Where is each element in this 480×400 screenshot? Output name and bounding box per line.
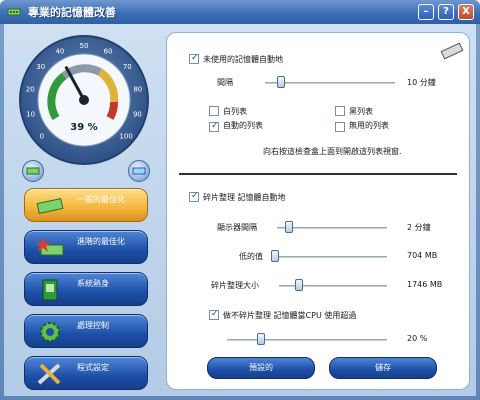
nav-label: 程式設定 <box>77 363 109 372</box>
star-chip-icon <box>35 237 64 256</box>
section-divider <box>179 173 457 175</box>
low-value-track[interactable] <box>271 256 387 258</box>
whitelist-checkbox[interactable] <box>209 106 219 116</box>
cpu-limit-label: 做不碎片整理 記憶體當CPU 使用超過 <box>223 311 357 320</box>
nav-label: 一般的最佳化 <box>77 195 125 204</box>
interval-slider-thumb[interactable] <box>277 76 286 88</box>
uselesslist-checkbox[interactable] <box>335 122 345 132</box>
display-interval-track[interactable] <box>277 227 387 229</box>
default-button[interactable]: 預設的 <box>207 357 315 379</box>
nav-general-optimization[interactable]: 一般的最佳化 <box>24 188 148 222</box>
title-bar[interactable]: 專業的記憶體改善 – ? X <box>0 0 480 24</box>
display-interval-value: 2 分鐘 <box>407 223 431 232</box>
memory-chip-icon <box>132 167 146 175</box>
display-interval-thumb[interactable] <box>285 221 294 233</box>
nav-label: 系統熱身 <box>77 279 109 288</box>
cpu-limit-value: 20 % <box>407 334 428 343</box>
gauge-tick-label: 60 <box>104 48 113 56</box>
cpu-limit-thumb[interactable] <box>257 333 266 345</box>
gauge-tick-label: 70 <box>123 63 132 71</box>
nav-process-control[interactable]: 處理控制 <box>24 314 148 348</box>
display-interval-label: 顯示器間隔 <box>217 223 257 232</box>
left-panel: 0 10 20 30 40 50 60 70 80 90 100 39 % 一般… <box>8 28 160 392</box>
defrag-size-label: 碎片整理大小 <box>211 281 259 290</box>
nav-label: 處理控制 <box>77 321 109 330</box>
gauge-tick-label: 20 <box>26 86 35 94</box>
memory-chip-icon <box>7 8 21 16</box>
gauge-tick-label: 40 <box>55 48 64 56</box>
help-button[interactable]: ? <box>438 4 454 20</box>
memory-chip-icon <box>26 167 40 175</box>
auto-free-checkbox[interactable] <box>189 53 199 64</box>
memory-gauge: 0 10 20 30 40 50 60 70 80 90 100 39 % <box>16 32 152 168</box>
blacklist-label: 黑列表 <box>349 107 373 116</box>
gauge-dial: 0 10 20 30 40 50 60 70 80 90 100 39 % <box>19 35 149 165</box>
close-button[interactable]: X <box>458 4 474 20</box>
low-value-value: 704 MB <box>407 251 438 260</box>
defrag-size-thumb[interactable] <box>295 279 303 291</box>
gauge-tick-label: 0 <box>40 132 44 140</box>
auto-free-label: 未使用的記憶體自動地 <box>203 55 283 64</box>
gauge-tick-label: 50 <box>80 42 89 50</box>
gauge-tick-label: 100 <box>119 132 132 140</box>
gauge-tick-label: 80 <box>133 86 142 94</box>
gauge-tick-label: 30 <box>36 63 45 71</box>
memory-chip-icon <box>440 42 464 60</box>
gauge-tick-label: 90 <box>133 110 142 118</box>
uselesslist-label: 無用的列表 <box>349 121 389 130</box>
defrag-size-value: 1746 MB <box>407 280 443 289</box>
gauge-percent: 39 % <box>70 122 97 133</box>
gear-icon <box>40 322 60 342</box>
blacklist-checkbox[interactable] <box>335 106 345 116</box>
autolist-label: 自動的列表 <box>223 121 263 130</box>
low-value-thumb[interactable] <box>271 250 279 262</box>
client-area: 0 10 20 30 40 50 60 70 80 90 100 39 % 一般… <box>4 24 476 396</box>
settings-panel: 未使用的記憶體自動地 間隔 10 分鐘 白列表 黑列表 自動的列表 無用的列表 … <box>166 32 470 390</box>
gauge-left-button[interactable] <box>22 160 44 182</box>
memory-chip-icon <box>36 198 64 214</box>
nav-label: 進階的最佳化 <box>77 237 125 246</box>
cpu-limit-track[interactable] <box>227 339 387 341</box>
save-button[interactable]: 儲存 <box>329 357 437 379</box>
whitelist-label: 白列表 <box>223 107 247 116</box>
defrag-checkbox[interactable] <box>189 191 199 202</box>
app-window: 專業的記憶體改善 – ? X 0 10 20 30 40 50 60 70 80 90 100 <box>0 0 480 400</box>
gauge-right-button[interactable] <box>128 160 150 182</box>
window-title: 專業的記憶體改善 <box>28 6 116 19</box>
gauge-tick-label: 10 <box>26 110 35 118</box>
nav-program-settings[interactable]: 程式設定 <box>24 356 148 390</box>
defrag-label: 碎片整理 記憶體自動地 <box>203 193 286 202</box>
cpu-limit-checkbox[interactable] <box>209 309 219 320</box>
nav-system-warmup[interactable]: 系統熱身 <box>24 272 148 306</box>
interval-value: 10 分鐘 <box>407 78 436 87</box>
system-icon <box>42 279 58 301</box>
tools-icon <box>37 363 61 385</box>
list-hint: 向右按這檢查盒上面到開啟這列表視窗. <box>263 147 402 156</box>
interval-label: 間隔 <box>217 78 233 87</box>
nav-advanced-optimization[interactable]: 進階的最佳化 <box>24 230 148 264</box>
autolist-checkbox[interactable] <box>209 121 219 132</box>
minimize-button[interactable]: – <box>418 4 434 20</box>
low-value-label: 低的值 <box>239 252 263 261</box>
